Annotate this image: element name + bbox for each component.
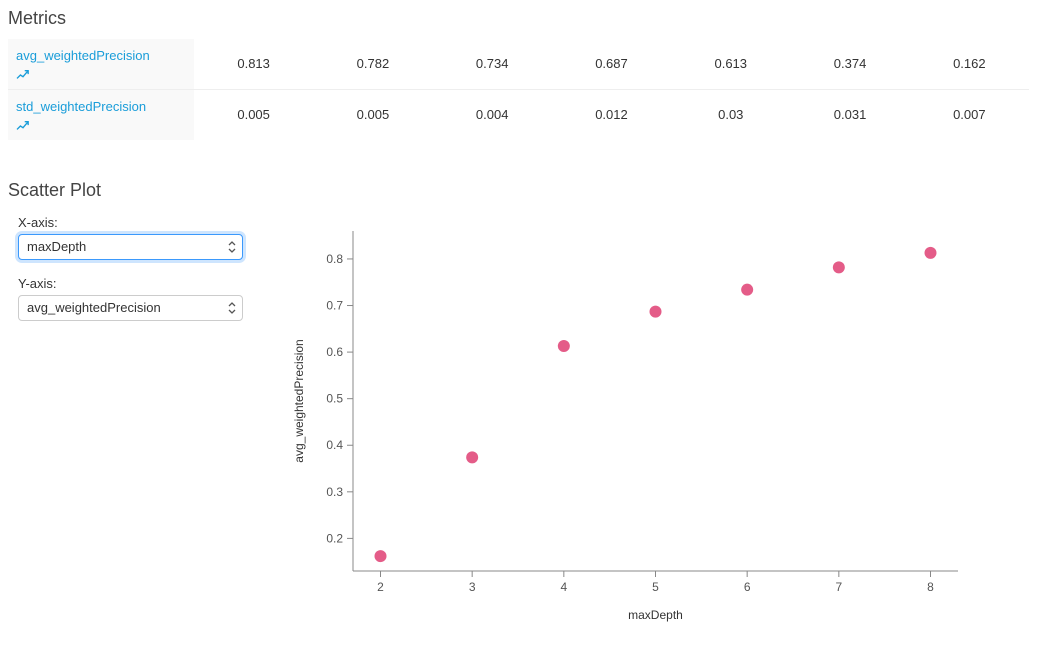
line-chart-icon[interactable] — [16, 120, 30, 132]
metric-value: 0.031 — [790, 89, 909, 139]
metric-name-cell: avg_weightedPrecision — [8, 39, 194, 89]
y-axis-label: Y-axis: — [18, 276, 278, 291]
x-axis-select[interactable]: maxDepth — [18, 234, 243, 260]
x-tick-label: 4 — [560, 580, 567, 594]
y-axis-title: avg_weightedPrecision — [292, 339, 306, 462]
select-arrows-icon — [226, 239, 238, 255]
x-tick-label: 6 — [744, 580, 751, 594]
data-point[interactable] — [466, 451, 478, 463]
metric-value: 0.005 — [194, 89, 313, 139]
x-tick-label: 3 — [469, 580, 476, 594]
metric-value: 0.613 — [671, 39, 790, 89]
x-tick-label: 7 — [835, 580, 842, 594]
y-axis-select-value: avg_weightedPrecision — [27, 300, 161, 315]
data-point[interactable] — [833, 261, 845, 273]
metrics-table: avg_weightedPrecision 0.8130.7820.7340.68… — [8, 39, 1029, 140]
metric-value: 0.813 — [194, 39, 313, 89]
y-tick-label: 0.8 — [326, 251, 343, 265]
metric-value: 0.007 — [910, 89, 1029, 139]
y-axis-select[interactable]: avg_weightedPrecision — [18, 295, 243, 321]
metric-link[interactable]: avg_weightedPrecision — [16, 47, 186, 65]
table-row: std_weightedPrecision0.0050.0050.0040.01… — [8, 89, 1029, 139]
metric-name-cell: std_weightedPrecision — [8, 89, 194, 139]
data-point[interactable] — [558, 340, 570, 352]
table-row: avg_weightedPrecision 0.8130.7820.7340.68… — [8, 39, 1029, 89]
metric-value: 0.012 — [552, 89, 671, 139]
scatter-controls: X-axis: maxDepth Y-axis: avg_weightedPre… — [8, 211, 278, 337]
data-point[interactable] — [375, 550, 387, 562]
y-tick-label: 0.5 — [326, 391, 343, 405]
metric-link[interactable]: std_weightedPrecision — [16, 98, 186, 116]
y-tick-label: 0.4 — [326, 438, 343, 452]
x-axis-title: maxDepth — [628, 608, 683, 622]
scatter-chart[interactable]: 0.2 0.3 0.4 0.5 0.6 0.7 0.8 2 3 4 5 6 7 8 maxDepth avg_… — [278, 211, 1029, 641]
data-point[interactable] — [741, 283, 753, 295]
scatter-heading: Scatter Plot — [8, 180, 1029, 201]
x-tick-label: 2 — [377, 580, 384, 594]
x-axis-select-value: maxDepth — [27, 239, 86, 254]
metric-value: 0.734 — [433, 39, 552, 89]
x-tick-label: 5 — [652, 580, 659, 594]
x-tick-label: 8 — [927, 580, 934, 594]
y-tick-label: 0.6 — [326, 345, 343, 359]
metrics-heading: Metrics — [8, 8, 1029, 29]
metric-value: 0.162 — [910, 39, 1029, 89]
metric-value: 0.687 — [552, 39, 671, 89]
metric-value: 0.004 — [433, 89, 552, 139]
metric-value: 0.005 — [313, 89, 432, 139]
data-point[interactable] — [650, 305, 662, 317]
select-arrows-icon — [226, 300, 238, 316]
line-chart-icon[interactable] — [16, 69, 30, 81]
metric-value: 0.374 — [790, 39, 909, 89]
data-point[interactable] — [925, 246, 937, 258]
x-axis-label: X-axis: — [18, 215, 278, 230]
metric-value: 0.03 — [671, 89, 790, 139]
y-tick-label: 0.3 — [326, 484, 343, 498]
metric-value: 0.782 — [313, 39, 432, 89]
y-tick-label: 0.7 — [326, 298, 343, 312]
y-tick-label: 0.2 — [326, 531, 343, 545]
